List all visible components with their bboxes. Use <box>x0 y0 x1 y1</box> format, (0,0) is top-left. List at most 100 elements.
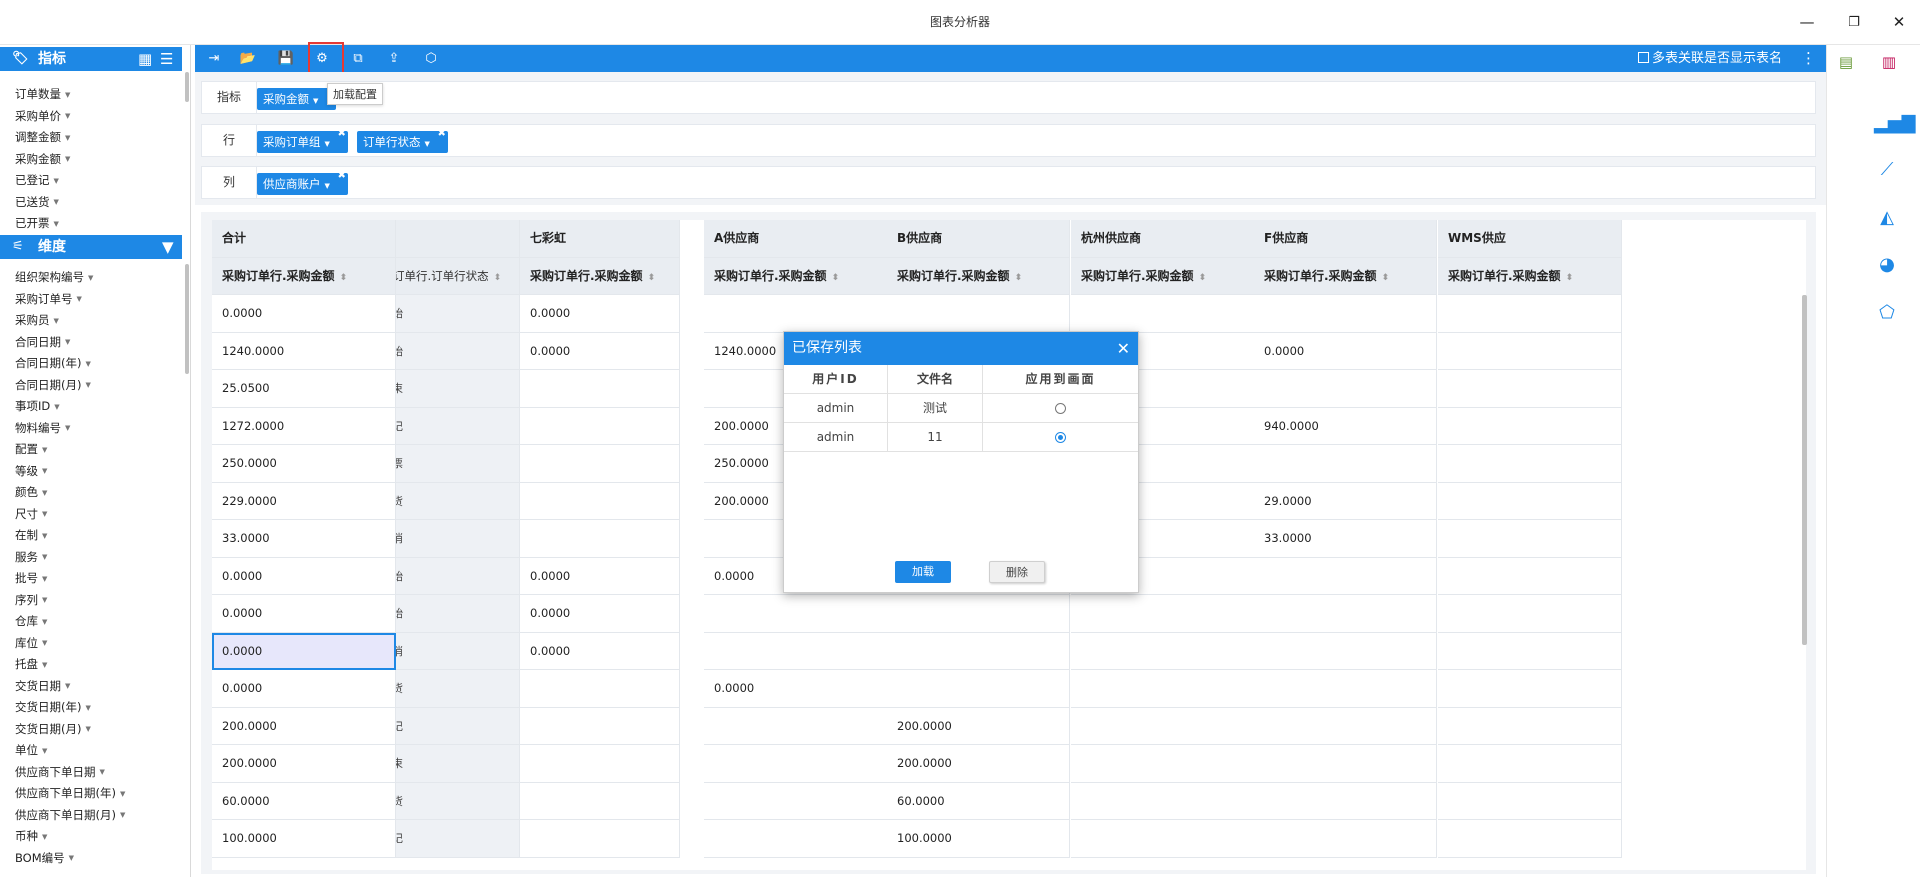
value-cell[interactable]: 0.0000 <box>520 632 680 670</box>
value-cell[interactable] <box>1254 445 1437 483</box>
field-item[interactable]: 采购单价 ▼ <box>15 107 70 125</box>
field-item[interactable]: 供应商下单日期(月) ▼ <box>15 806 125 824</box>
field-item[interactable]: BOM编号 ▼ <box>15 849 74 867</box>
grid-scrollbar[interactable] <box>1802 295 1807 645</box>
value-cell[interactable] <box>520 707 680 745</box>
row-apply[interactable] <box>983 394 1138 423</box>
bar-chart-icon[interactable]: ▂▅▇ <box>1874 111 1916 137</box>
caret-down-icon[interactable]: ▼ <box>42 489 47 497</box>
caret-down-icon[interactable]: ▼ <box>65 338 70 346</box>
field-item[interactable]: 颜色 ▼ <box>15 483 47 501</box>
field-item[interactable]: 采购订单号 ▼ <box>15 290 82 308</box>
value-cell[interactable] <box>887 670 1070 708</box>
dimensions-scrollbar[interactable] <box>185 264 189 374</box>
field-item[interactable]: 交货日期 ▼ <box>15 677 70 695</box>
value-cell[interactable] <box>1071 745 1255 783</box>
caret-down-icon[interactable]: ▼ <box>42 510 47 518</box>
sort-icon[interactable]: ⬍ <box>1199 273 1207 283</box>
supplier-column-header[interactable]: B供应商 <box>887 220 1070 258</box>
caret-down-icon[interactable]: ▼ <box>65 155 70 163</box>
value-cell[interactable]: 0.0000 <box>212 557 396 595</box>
value-cell[interactable]: 25.0500 <box>212 370 396 408</box>
value-cell[interactable] <box>1438 782 1622 820</box>
value-cell[interactable] <box>1438 295 1622 333</box>
row-file[interactable]: 测试 <box>888 394 983 423</box>
apply-radio-selected[interactable] <box>1055 432 1066 443</box>
caret-down-icon[interactable]: ▼ <box>42 575 47 583</box>
field-item[interactable]: 合同日期(月) ▼ <box>15 376 91 394</box>
field-item[interactable]: 序列 ▼ <box>15 591 47 609</box>
sort-icon[interactable]: ⬍ <box>1566 273 1574 283</box>
measure-column-header[interactable]: 采购订单行.采购金额 ⬍ <box>887 257 1070 295</box>
field-item[interactable]: 调整金额 ▼ <box>15 128 70 146</box>
field-item[interactable]: 尺寸 ▼ <box>15 505 47 523</box>
table-view-icon[interactable]: ▤ <box>1833 49 1859 75</box>
supplier-column-header[interactable]: 杭州供应商 <box>1071 220 1255 258</box>
value-cell[interactable] <box>1438 520 1622 558</box>
field-item[interactable]: 仓库 ▼ <box>15 612 47 630</box>
metric-drop-zone[interactable]: 指标 采购金额 ▼ <box>201 81 1816 114</box>
caret-down-icon[interactable]: ▼ <box>325 182 330 190</box>
value-cell[interactable]: 60.0000 <box>887 782 1070 820</box>
value-cell[interactable]: 0.0000 <box>520 557 680 595</box>
value-cell[interactable]: 0.0000 <box>212 670 396 708</box>
list-menu-icon[interactable]: ☰ <box>160 47 173 71</box>
field-item[interactable]: 币种 ▼ <box>15 827 47 845</box>
caret-down-icon[interactable]: ▼ <box>88 274 93 282</box>
caret-down-icon[interactable]: ▼ <box>42 661 47 669</box>
value-cell[interactable]: 1240.0000 <box>212 332 396 370</box>
value-cell[interactable] <box>887 632 1070 670</box>
remove-icon[interactable]: ✖ <box>338 128 346 140</box>
value-cell[interactable] <box>1438 445 1622 483</box>
chip-row-group[interactable]: 采购订单组 ▼ ✖ <box>257 128 348 153</box>
field-item[interactable]: 服务 ▼ <box>15 548 47 566</box>
field-item[interactable]: 采购员 ▼ <box>15 311 59 329</box>
value-cell[interactable] <box>1438 745 1622 783</box>
area-chart-icon[interactable]: ◭ <box>1874 205 1900 231</box>
value-cell[interactable] <box>520 445 680 483</box>
value-cell[interactable] <box>1254 295 1437 333</box>
value-cell[interactable] <box>1254 782 1437 820</box>
restore-button[interactable]: ❐ <box>1831 0 1877 45</box>
value-cell[interactable]: 0.0000 <box>520 595 680 633</box>
open-folder-icon[interactable]: 📂 <box>235 45 261 72</box>
value-cell[interactable] <box>704 782 888 820</box>
more-vertical-icon[interactable]: ⋮ <box>1801 45 1816 72</box>
apply-radio[interactable] <box>1055 403 1066 414</box>
value-cell[interactable] <box>520 520 680 558</box>
value-cell[interactable]: 33.0000 <box>212 520 396 558</box>
field-item[interactable]: 已送货 ▼ <box>15 193 59 211</box>
field-item[interactable]: 库位 ▼ <box>15 634 47 652</box>
caret-down-icon[interactable]: ▼ <box>85 704 90 712</box>
value-cell[interactable] <box>520 745 680 783</box>
measure-column-header[interactable]: 采购订单行.采购金额 ⬍ <box>520 257 680 295</box>
value-cell[interactable] <box>1071 782 1255 820</box>
caret-down-icon[interactable]: ▼ <box>42 833 47 841</box>
caret-down-icon[interactable]: ▼ <box>120 790 125 798</box>
measure-column-header[interactable]: 采购订单行.采购金额 ⬍ <box>704 257 888 295</box>
caret-down-icon[interactable]: ▼ <box>313 97 318 105</box>
value-cell[interactable] <box>1438 407 1622 445</box>
value-cell[interactable]: 0.0000 <box>1254 332 1437 370</box>
caret-down-icon[interactable]: ▼ <box>42 747 47 755</box>
value-cell[interactable]: 100.0000 <box>887 820 1070 858</box>
caret-down-icon[interactable]: ▼ <box>120 811 125 819</box>
value-cell[interactable]: 60.0000 <box>212 782 396 820</box>
value-cell[interactable] <box>1438 670 1622 708</box>
value-cell[interactable] <box>1254 670 1437 708</box>
delete-button[interactable]: 删除 <box>989 561 1045 583</box>
field-item[interactable]: 等级 ▼ <box>15 462 47 480</box>
sort-icon[interactable]: ⬍ <box>648 273 656 283</box>
caret-down-icon[interactable]: ▼ <box>65 91 70 99</box>
supplier-column-header[interactable]: 七彩虹 <box>520 220 680 258</box>
value-cell[interactable]: 29.0000 <box>1254 482 1437 520</box>
chip-row-status[interactable]: 订单行状态 ▼ ✖ <box>357 128 448 153</box>
caret-down-icon[interactable]: ▼ <box>54 220 59 228</box>
value-cell[interactable]: 229.0000 <box>212 482 396 520</box>
field-item[interactable]: 组织架构编号 ▼ <box>15 268 93 286</box>
value-cell[interactable] <box>1071 670 1255 708</box>
show-table-name-toggle[interactable]: 多表关联是否显示表名 <box>1637 45 1782 72</box>
field-item[interactable]: 已登记 ▼ <box>15 171 59 189</box>
value-cell[interactable]: 100.0000 <box>212 820 396 858</box>
field-item[interactable]: 供应商下单日期(年) ▼ <box>15 784 125 802</box>
